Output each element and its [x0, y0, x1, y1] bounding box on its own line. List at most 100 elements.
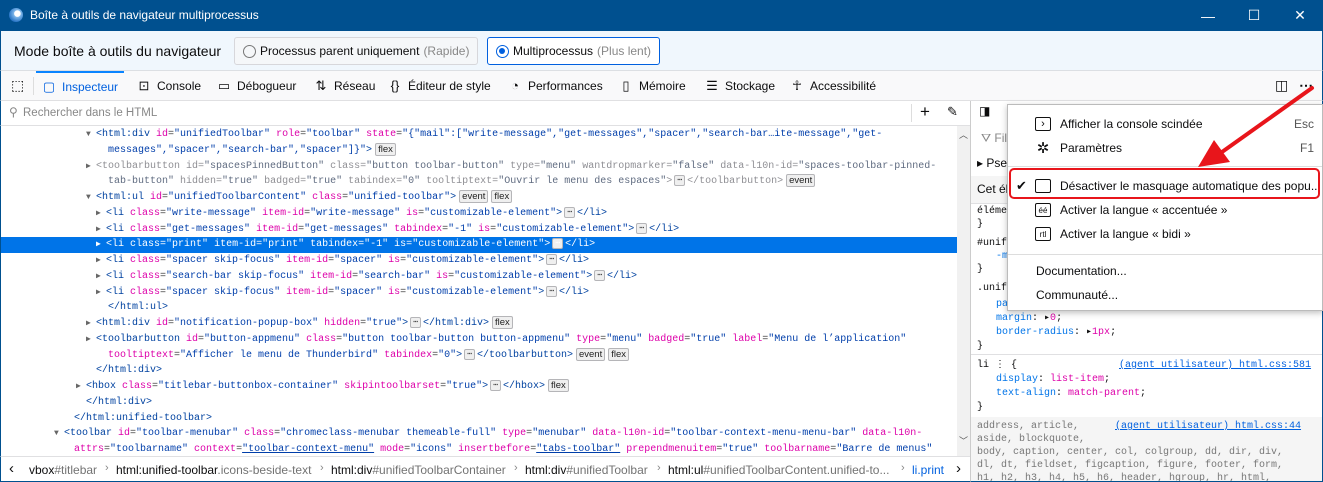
breadcrumb-item[interactable]: html:ul#unifiedToolbarContent.unified-to…: [668, 463, 889, 477]
menu-item-settings[interactable]: ✲ Paramètres F1: [1008, 136, 1322, 160]
markup-node[interactable]: </html:unified-toolbar>: [1, 411, 957, 427]
markup-node[interactable]: </html:div>: [1, 363, 957, 379]
markup-node[interactable]: messages","spacer","search-bar","spacer"…: [1, 142, 957, 159]
expand-ellipsis-button[interactable]: ⋯: [546, 285, 558, 297]
collapse-icon[interactable]: ▼: [86, 190, 96, 206]
element-picker-button[interactable]: ⬚: [5, 71, 30, 100]
node-badge[interactable]: flex: [547, 379, 569, 392]
pseudo-toggle[interactable]: ▸ Pse: [977, 157, 1007, 170]
expand-ellipsis-button[interactable]: ⋯: [464, 348, 475, 360]
markup-node[interactable]: tab-button" hidden="true" badged="true" …: [1, 174, 957, 190]
scroll-down-icon[interactable]: ﹀: [959, 434, 968, 447]
markup-node[interactable]: ▼ <html:ul id="unifiedToolbarContent" cla…: [1, 190, 957, 206]
menu-item-accented-locale[interactable]: éé Activer la langue « accentuée »: [1008, 198, 1322, 222]
expand-icon[interactable]: ▶: [96, 253, 106, 269]
parent-process-option[interactable]: Processus parent uniquement (Rapide): [234, 37, 479, 65]
expand-icon[interactable]: ▶: [96, 222, 106, 238]
css-declaration[interactable]: text-align: match-parent;: [996, 387, 1146, 400]
filter-styles-input[interactable]: ⛛ Fil: [981, 132, 1007, 145]
tab-editeur-de-style[interactable]: {} Éditeur de style: [382, 71, 497, 100]
rule-source-link[interactable]: (agent utilisateur) html.css:581: [1119, 359, 1311, 372]
multiprocess-option[interactable]: Multiprocessus (Plus lent): [487, 37, 661, 65]
tab-inspecteur[interactable]: ▢ Inspecteur: [36, 71, 125, 100]
markup-node[interactable]: ▶ <hbox class="titlebar-buttonbox-contain…: [1, 379, 957, 395]
breadcrumb-item[interactable]: html:div#unifiedToolbarContainer: [331, 463, 506, 477]
collapse-icon[interactable]: ▼: [86, 127, 96, 143]
markup-node[interactable]: ▶ <li class="get-messages" item-id="get-m…: [1, 222, 957, 238]
markup-scrollbar[interactable]: ︿ ﹀: [957, 126, 970, 456]
breadcrumb-right-icon[interactable]: ›: [956, 460, 961, 477]
markup-node[interactable]: ▶ <li class="write-message" item-id="writ…: [1, 206, 957, 222]
node-badge[interactable]: flex: [491, 190, 513, 203]
expand-ellipsis-button[interactable]: ⋯: [636, 222, 648, 234]
rule-source-link[interactable]: (agent utilisateur) html.css:44: [1115, 420, 1301, 433]
add-node-button[interactable]: +: [920, 102, 930, 122]
markup-node[interactable]: </html:div>: [1, 395, 957, 411]
tab-reseau[interactable]: ⇅ Réseau: [308, 71, 381, 100]
expand-icon[interactable]: ▶: [76, 379, 86, 395]
markup-node[interactable]: ▼ <toolbar id="toolbar-menubar" class="ch…: [1, 426, 957, 442]
expand-ellipsis-button[interactable]: ⋯: [490, 380, 501, 391]
markup-node[interactable]: tooltiptext="Afficher le menu de Thunder…: [1, 347, 957, 364]
node-badge[interactable]: flex: [491, 316, 513, 329]
menu-item-community[interactable]: Communauté...: [1008, 283, 1322, 307]
css-declaration[interactable]: display: list-item;: [996, 373, 1110, 386]
node-badge[interactable]: event: [575, 347, 606, 361]
markup-view[interactable]: ▼ <html:div id="unifiedToolbar" role="too…: [0, 126, 957, 456]
expand-icon[interactable]: ▶: [86, 332, 96, 348]
expand-ellipsis-button[interactable]: ⋯: [410, 317, 421, 328]
markup-node[interactable]: ▶ <toolbarbutton id="spacesPinnedButton" …: [1, 159, 957, 175]
breadcrumb-item[interactable]: html:div#unifiedToolbar: [525, 463, 648, 477]
toggle-sidebar-icon[interactable]: ◨: [979, 105, 990, 118]
markup-node[interactable]: ▶ <li class="spacer skip-focus" item-id="…: [1, 253, 957, 269]
attr-link[interactable]: "toolbar-context-menu": [242, 444, 374, 455]
node-badge[interactable]: flex: [608, 347, 630, 361]
markup-node[interactable]: ▶ <li class="search-bar skip-focus" item-…: [1, 269, 957, 285]
tab-performances[interactable]: ◔ Performances: [502, 71, 609, 100]
close-button[interactable]: ✕: [1277, 0, 1323, 31]
menu-item-documentation[interactable]: Documentation...: [1008, 259, 1322, 283]
markup-node[interactable]: ▶ <li class="spacer skip-focus" item-id="…: [1, 285, 957, 301]
expand-icon[interactable]: ▶: [86, 159, 96, 175]
markup-node[interactable]: attrs="toolbarname" context="toolbar-con…: [1, 442, 957, 456]
menu-item-split-console[interactable]: › Afficher la console scindée Esc: [1008, 112, 1322, 136]
markup-node[interactable]: ▶ <toolbarbutton id="button-appmenu" clas…: [1, 332, 957, 348]
tab-console[interactable]: ⊡ Console: [131, 71, 207, 100]
css-declaration[interactable]: border-radius: ▸1px;: [996, 326, 1116, 339]
attr-link[interactable]: "tabs-toolbar": [536, 444, 620, 455]
expand-ellipsis-button[interactable]: ⋯: [546, 254, 558, 265]
menu-item-bidi-locale[interactable]: rtl Activer la langue « bidi »: [1008, 222, 1322, 246]
scroll-up-icon[interactable]: ︿: [959, 128, 968, 141]
expand-icon[interactable]: ▶: [96, 269, 106, 285]
node-badge[interactable]: event: [786, 174, 816, 188]
node-badge[interactable]: flex: [375, 142, 396, 156]
markup-node[interactable]: </html:ul>: [1, 300, 957, 316]
markup-node[interactable]: ▼ <html:div id="unifiedToolbar" role="too…: [1, 127, 957, 143]
minimize-button[interactable]: —: [1185, 0, 1231, 31]
search-input[interactable]: Rechercher dans le HTML: [23, 107, 157, 119]
layout-button[interactable]: ◫: [1269, 71, 1294, 100]
tab-stockage[interactable]: ☰ Stockage: [699, 71, 781, 100]
expand-icon[interactable]: ▶: [96, 206, 106, 222]
css-declaration[interactable]: margin: ▸0;: [996, 312, 1062, 325]
breadcrumb-item[interactable]: html:unified-toolbar.icons-beside-text: [116, 463, 311, 477]
node-badge[interactable]: event: [459, 190, 489, 203]
eyedropper-button[interactable]: ✎: [947, 104, 958, 120]
breadcrumb-left-icon[interactable]: ‹: [9, 460, 14, 477]
expand-icon[interactable]: ▶: [96, 237, 106, 253]
breadcrumb-item[interactable]: vbox#titlebar: [29, 463, 97, 477]
collapse-icon[interactable]: ▼: [54, 426, 64, 442]
expand-ellipsis-button[interactable]: ⋯: [564, 206, 576, 218]
maximize-button[interactable]: ☐: [1231, 0, 1277, 31]
tab-debogueur[interactable]: ▭ Débogueur: [211, 71, 302, 100]
expand-ellipsis-button[interactable]: ⋯: [552, 238, 564, 250]
more-options-button[interactable]: ⋯: [1293, 71, 1319, 100]
breadcrumb-item[interactable]: li.print: [912, 463, 944, 477]
expand-ellipsis-button[interactable]: ⋯: [594, 269, 606, 281]
markup-node-selected[interactable]: ▶ <li class="print" item-id="print" tabin…: [1, 237, 957, 254]
markup-node[interactable]: ▶ <html:div id="notification-popup-box" h…: [1, 316, 957, 332]
tab-accessibilite[interactable]: ☥ Accessibilité: [784, 71, 882, 100]
tab-memoire[interactable]: ▯ Mémoire: [613, 71, 692, 100]
expand-ellipsis-button[interactable]: ⋯: [674, 175, 686, 187]
expand-icon[interactable]: ▶: [96, 285, 106, 301]
